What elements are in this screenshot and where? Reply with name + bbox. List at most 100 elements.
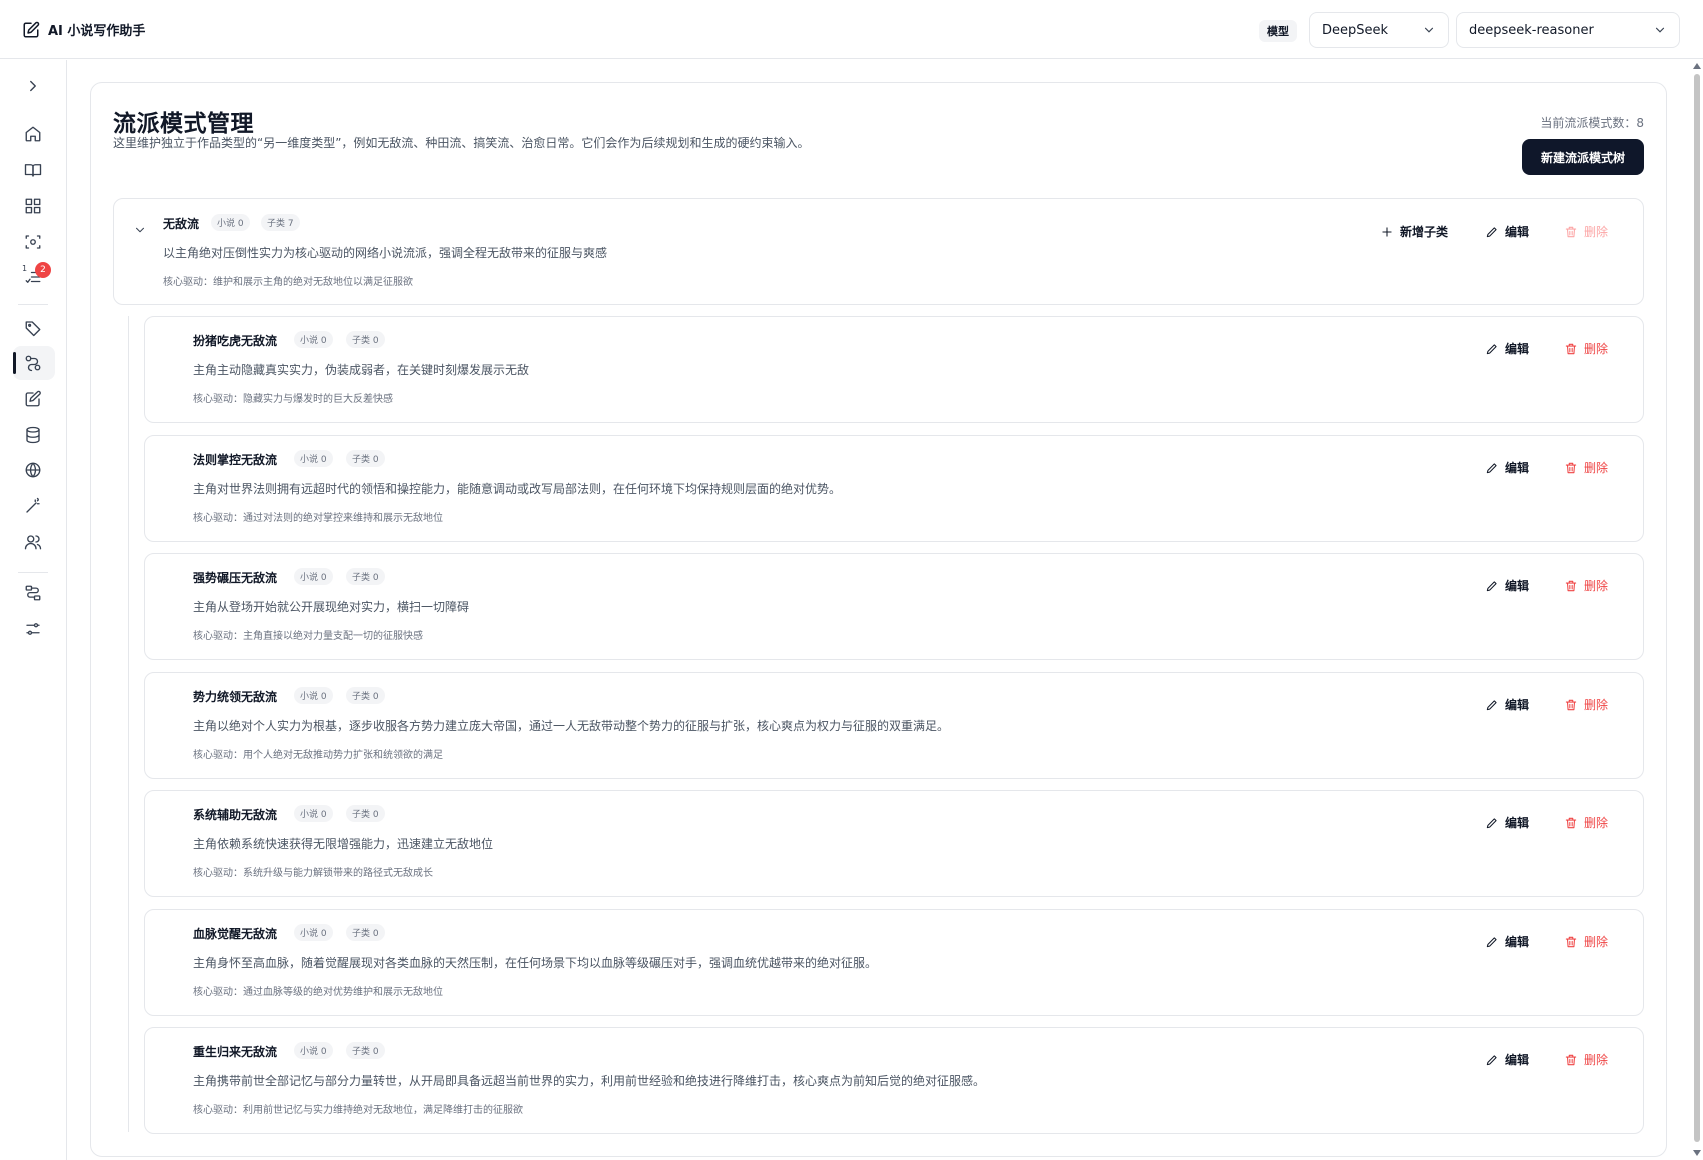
notification-badge: 2 (35, 262, 51, 278)
genre-description: 主角对世界法则拥有远超时代的领悟和操控能力，能随意调动或改写局部法则，在任何环境… (193, 482, 842, 496)
delete-button[interactable]: 删除 (1564, 459, 1608, 476)
edit-button[interactable]: 编辑 (1485, 933, 1529, 950)
genre-count: 当前流派模式数：8 (1540, 116, 1644, 130)
delete-button[interactable]: 删除 (1564, 223, 1608, 240)
pencil-icon (1486, 580, 1497, 591)
novel-count-pill: 小说 0 (294, 568, 333, 585)
home-icon[interactable] (22, 123, 44, 145)
scroll-up-arrow[interactable] (1693, 63, 1701, 69)
sidebar-divider (18, 572, 48, 573)
globe-icon[interactable] (22, 459, 44, 481)
delete-button[interactable]: 删除 (1564, 1051, 1608, 1068)
child-count-pill: 子类 0 (346, 1042, 385, 1059)
edit-button[interactable]: 编辑 (1485, 696, 1529, 713)
top-bar: AI 小说写作助手 模型 DeepSeek deepseek-reasoner (0, 0, 1703, 59)
pencil-icon (1486, 936, 1497, 947)
edit-square-icon (23, 21, 40, 37)
genre-description: 主角依赖系统快速获得无限增强能力，迅速建立无敌地位 (193, 837, 494, 851)
users-icon[interactable] (22, 531, 44, 553)
child-count-pill: 子类 0 (346, 450, 385, 467)
genre-core-drive: 核心驱动：通过血脉等级的绝对优势维护和展示无敌地位 (193, 987, 443, 998)
genre-core-drive: 核心驱动：利用前世记忆与实力维持绝对无敌地位，满足降维打击的征服欲 (193, 1105, 523, 1116)
genre-name: 扮猪吃虎无敌流 (193, 334, 278, 348)
scan-icon[interactable] (22, 231, 44, 253)
edit-icon[interactable] (22, 388, 44, 410)
genre-core-drive: 核心驱动：维护和展示主角的绝对无敌地位以满足征服欲 (163, 277, 413, 288)
novel-count-pill: 小说 0 (294, 687, 333, 704)
database-icon[interactable] (22, 424, 44, 446)
provider-value: DeepSeek (1322, 22, 1389, 38)
trash-icon (1565, 580, 1577, 591)
edit-button[interactable]: 编辑 (1485, 223, 1529, 240)
delete-button[interactable]: 删除 (1564, 814, 1608, 831)
model-select[interactable]: deepseek-reasoner (1456, 12, 1680, 48)
tag-icon[interactable] (22, 317, 44, 339)
trash-icon (1565, 462, 1577, 473)
sliders-icon[interactable] (22, 618, 44, 640)
book-open-icon[interactable] (22, 159, 44, 181)
child-count-pill: 子类 0 (346, 805, 385, 822)
genre-core-drive: 核心驱动：用个人绝对无敌推动势力扩张和统领欲的满足 (193, 750, 443, 761)
provider-select[interactable]: DeepSeek (1309, 12, 1449, 48)
delete-button[interactable]: 删除 (1564, 577, 1608, 594)
genre-name: 强势碾压无敌流 (193, 571, 278, 585)
pencil-icon (1486, 462, 1497, 473)
route-icon[interactable] (22, 352, 44, 374)
chevron-down-icon (1424, 27, 1434, 33)
genre-name: 法则掌控无敌流 (193, 453, 278, 467)
app-brand: AI 小说写作助手 (22, 20, 145, 39)
genre-description: 主角身怀至高血脉，随着觉醒展现对各类血脉的天然压制，在任何场景下均以血脉等级碾压… (193, 956, 878, 970)
wand-icon[interactable] (22, 495, 44, 517)
trash-icon (1565, 699, 1577, 710)
novel-count-pill: 小说 0 (294, 450, 333, 467)
page-description: 这里维护独立于作品类型的“另一维度类型”，例如无敌流、种田流、搞笑流、治愈日常。… (113, 136, 810, 150)
child-count-pill: 子类 0 (346, 568, 385, 585)
edit-button[interactable]: 编辑 (1485, 577, 1529, 594)
grid-icon[interactable] (22, 195, 44, 217)
genre-name: 血脉觉醒无敌流 (193, 927, 278, 941)
genre-description: 主角从登场开始就公开展现绝对实力，横扫一切障碍 (193, 600, 470, 614)
trash-icon (1565, 226, 1577, 237)
genre-description: 主角主动隐藏真实实力，伪装成弱者，在关键时刻爆发展示无敌 (193, 363, 530, 377)
edit-button[interactable]: 编辑 (1485, 459, 1529, 476)
flow-icon[interactable] (22, 582, 44, 604)
model-label: 模型 (1259, 20, 1297, 42)
genre-name: 重生归来无敌流 (193, 1045, 278, 1059)
edit-button[interactable]: 编辑 (1485, 1051, 1529, 1068)
genre-description: 以主角绝对压倒性实力为核心驱动的网络小说流派，强调全程无敌带来的征服与爽感 (163, 246, 608, 260)
scrollbar[interactable] (1691, 60, 1703, 1160)
plus-icon (1382, 226, 1392, 237)
genre-core-drive: 核心驱动：系统升级与能力解锁带来的路径式无敌成长 (193, 868, 433, 879)
pencil-icon (1486, 1054, 1497, 1065)
scroll-down-arrow[interactable] (1693, 1150, 1701, 1156)
chevron-down-icon[interactable] (129, 219, 151, 241)
trash-icon (1565, 343, 1577, 354)
task-index: 1 (22, 264, 28, 273)
pencil-icon (1486, 226, 1497, 237)
child-count-pill: 子类 0 (346, 924, 385, 941)
trash-icon (1565, 1054, 1577, 1065)
genre-name: 势力统领无敌流 (193, 690, 278, 704)
novel-count-pill: 小说 0 (294, 924, 333, 941)
new-genre-tree-button[interactable]: 新建流派模式树 (1522, 139, 1644, 175)
genre-name: 系统辅助无敌流 (193, 808, 278, 822)
child-count-pill: 子类 7 (261, 214, 300, 231)
novel-count-pill: 小说 0 (294, 805, 333, 822)
tree-connector (128, 316, 129, 1132)
novel-count-pill: 小说 0 (294, 1042, 333, 1059)
child-count-pill: 子类 0 (346, 687, 385, 704)
pencil-icon (1486, 817, 1497, 828)
delete-button[interactable]: 删除 (1564, 696, 1608, 713)
pencil-icon (1486, 699, 1497, 710)
scroll-thumb[interactable] (1694, 74, 1700, 1142)
chevron-right-icon[interactable] (22, 75, 44, 97)
delete-button[interactable]: 删除 (1564, 933, 1608, 950)
sidebar-divider (18, 304, 48, 305)
chevron-down-icon (1655, 27, 1665, 33)
edit-button[interactable]: 编辑 (1485, 340, 1529, 357)
add-child-button[interactable]: 新增子类 (1380, 223, 1448, 240)
edit-button[interactable]: 编辑 (1485, 814, 1529, 831)
delete-button[interactable]: 删除 (1564, 340, 1608, 357)
page-title: 流派模式管理 (113, 111, 254, 137)
novel-count-pill: 小说 0 (211, 214, 250, 231)
